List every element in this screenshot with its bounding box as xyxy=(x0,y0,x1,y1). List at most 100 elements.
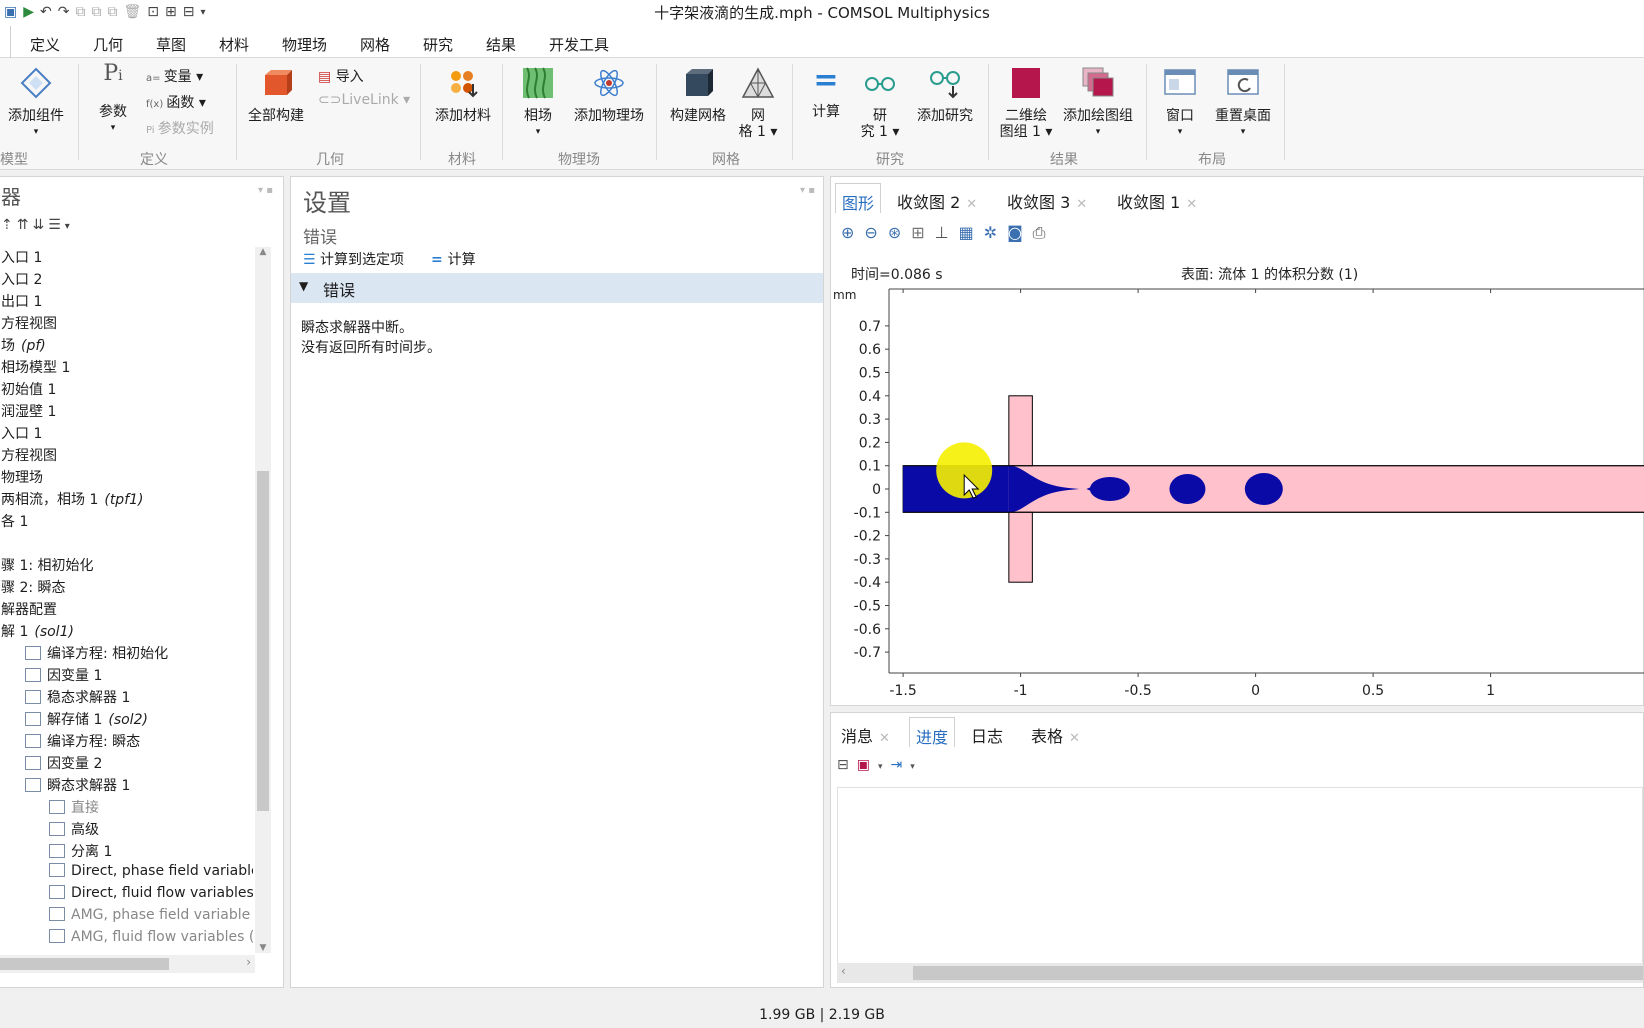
surface-plot[interactable]: 时间=0.086 s 表面: 流体 1 的体积分数 (1) mm 0.7 0.6 0… xyxy=(831,257,1644,707)
reset-desktop-button[interactable]: 重置桌面 ▾ xyxy=(1210,66,1276,140)
tab-sketch[interactable]: 草图 xyxy=(156,34,186,55)
livelink-button[interactable]: ⊂⊃LiveLink ▾ xyxy=(318,92,410,108)
tree-item[interactable]: 初始值 1 xyxy=(1,379,56,401)
tree-item[interactable]: 分离 1 xyxy=(49,841,112,863)
add-study-button[interactable]: 添加研究 xyxy=(910,66,980,124)
add-component-button[interactable]: 添加组件 ▾ xyxy=(2,66,70,140)
phase-field-button[interactable]: 相场 ▾ xyxy=(512,66,564,140)
build-all-button[interactable]: 全部构建 xyxy=(244,66,308,124)
tree-item[interactable]: 编译方程: 瞬态 xyxy=(25,731,140,753)
compute-selected-button[interactable]: ☰ 计算到选定项 xyxy=(303,249,404,269)
tree-item[interactable]: AMG, phase field variable (tp xyxy=(49,907,253,929)
tree-horizontal-scrollbar[interactable]: › xyxy=(0,955,255,973)
tree-item[interactable]: 润湿壁 1 xyxy=(1,401,56,423)
tab-table[interactable]: 表格 ✕ xyxy=(1025,717,1086,747)
error-section-header[interactable]: ▼ 错误 xyxy=(291,273,823,303)
camera-icon[interactable]: ◙ xyxy=(1007,223,1033,242)
dropdown-icon[interactable]: ▾ xyxy=(910,762,923,772)
tree-item[interactable]: 相场模型 1 xyxy=(1,357,70,379)
tree-item[interactable]: 因变量 2 xyxy=(25,753,102,775)
dropdown-icon[interactable]: ▾ xyxy=(65,221,74,232)
tree-item[interactable]: 场 (pf) xyxy=(1,335,46,357)
print-icon[interactable]: ⎙ xyxy=(1033,223,1056,242)
functions-button[interactable]: f(x) 函数 ▾ xyxy=(146,92,206,112)
tree-item[interactable]: 瞬态求解器 1 xyxy=(25,775,130,797)
tree-item[interactable]: 骤 2: 瞬态 xyxy=(1,577,66,599)
tree-item[interactable]: 入口 1 xyxy=(1,247,42,269)
move-up-icon[interactable]: ⇈ xyxy=(17,217,33,233)
cancel-icon[interactable]: ⊟ xyxy=(837,757,857,773)
tree-item[interactable]: 解器配置 xyxy=(1,599,57,621)
show-icon[interactable]: ☰ xyxy=(48,217,65,233)
tree-item[interactable]: 稳态求解器 1 xyxy=(25,687,130,709)
tab-definitions[interactable]: 定义 xyxy=(30,34,60,55)
zoom-box-icon[interactable]: ⊛ xyxy=(888,223,911,242)
add-plot-group-button[interactable]: 添加绘图组 ▾ xyxy=(1060,66,1136,140)
tab-results[interactable]: 结果 xyxy=(486,34,516,55)
study-1-button[interactable]: 研 究 1 ▾ xyxy=(858,66,902,140)
grid-icon[interactable]: ▦ xyxy=(959,223,984,242)
rotate-icon[interactable]: ✲ xyxy=(984,223,1007,242)
progress-horizontal-scrollbar[interactable]: ‹ xyxy=(837,963,1643,983)
zoom-in-icon[interactable]: ⊕ xyxy=(841,223,864,242)
tab-convergence-plot-2[interactable]: 收敛图 2 ✕ xyxy=(891,183,983,213)
compute-selected-icon: ☰ xyxy=(303,252,321,268)
tree-vertical-scrollbar[interactable]: ▲ ▼ xyxy=(255,247,271,953)
tree-item-label: AMG, phase field variable (tp xyxy=(71,907,253,923)
parameters-button[interactable]: Pi 参数 ▾ xyxy=(88,63,138,136)
tree-item[interactable]: 出口 1 xyxy=(1,291,42,313)
stop-icon[interactable]: ▣ xyxy=(857,757,878,773)
tree-item[interactable]: 编译方程: 相初始化 xyxy=(25,643,168,665)
zoom-extents-icon[interactable]: ⊞ xyxy=(911,223,934,242)
tree-item[interactable]: 因变量 1 xyxy=(25,665,102,687)
axes-icon[interactable]: ⊥ xyxy=(935,223,959,242)
tab-study[interactable]: 研究 xyxy=(423,34,453,55)
variables-button[interactable]: a= 变量 ▾ xyxy=(146,66,203,86)
tab-physics[interactable]: 物理场 xyxy=(282,34,327,55)
panel-menu-icon[interactable]: ▾ ▪ xyxy=(800,185,815,196)
tree-item[interactable]: 骤 1: 相初始化 xyxy=(1,555,94,577)
tree-item[interactable]: 入口 1 xyxy=(1,423,42,445)
move-down-icon[interactable]: ⇊ xyxy=(32,217,48,233)
add-physics-button[interactable]: 添加物理场 xyxy=(568,66,650,124)
model-tree[interactable]: 入口 1 入口 2 出口 1 方程视图场 (pf) 相场模型 1 初始值 1 润湿壁 1 入口 … xyxy=(1,247,253,953)
tab-convergence-plot-1[interactable]: 收敛图 1 ✕ xyxy=(1111,183,1203,213)
settings-compute-button[interactable]: = 计算 xyxy=(431,249,476,269)
tree-item[interactable]: 高级 xyxy=(49,819,99,841)
tree-item[interactable]: AMG, fluid flow variables (tp xyxy=(49,929,253,951)
tree-item[interactable]: 方程视图 xyxy=(1,313,57,335)
param-instance-button[interactable]: Pi 参数实例 xyxy=(146,118,214,138)
tree-item[interactable]: 解 1 (sol1) xyxy=(1,621,74,643)
tree-item[interactable]: Direct, phase field variable (t xyxy=(49,863,253,885)
import-button[interactable]: ▤ 导入 xyxy=(318,66,364,86)
tab-convergence-plot-3[interactable]: 收敛图 3 ✕ xyxy=(1001,183,1093,213)
compute-button[interactable]: = 计算 xyxy=(802,66,850,121)
tree-item[interactable]: Direct, fluid flow variables (tp xyxy=(49,885,253,907)
tree-item[interactable]: 入口 2 xyxy=(1,269,42,291)
tab-mesh[interactable]: 网格 xyxy=(360,34,390,55)
tab-geometry[interactable]: 几何 xyxy=(93,34,123,55)
tree-item[interactable]: 解存储 1 (sol2) xyxy=(25,709,148,731)
panel-menu-icon[interactable]: ▾ ▪ xyxy=(258,185,273,196)
zoom-out-icon[interactable]: ⊖ xyxy=(864,223,887,242)
tree-item[interactable]: 直接 xyxy=(49,797,99,819)
tree-item-label: 润湿壁 1 xyxy=(1,404,57,420)
tab-graphics[interactable]: 图形 xyxy=(835,183,882,213)
tree-item[interactable]: 各 1 xyxy=(1,511,28,533)
dropdown-icon[interactable]: ▾ xyxy=(878,762,891,772)
build-mesh-button[interactable]: 构建网格 xyxy=(664,66,732,124)
transfer-icon[interactable]: ⇥ xyxy=(891,757,911,773)
windows-button[interactable]: 窗口 ▾ xyxy=(1154,66,1206,140)
mesh-1-button[interactable]: 网 格 1 ▾ xyxy=(736,66,780,140)
tree-item[interactable]: 方程视图 xyxy=(1,445,57,467)
expand-all-icon[interactable]: ⇡ xyxy=(1,217,17,233)
add-material-button[interactable]: 添加材料 xyxy=(428,66,498,124)
plot-group-2d-button[interactable]: 二维绘 图组 1 ▾ xyxy=(996,66,1056,140)
tab-developer[interactable]: 开发工具 xyxy=(549,34,609,55)
tree-item[interactable]: 物理场 xyxy=(1,467,43,489)
tree-item[interactable]: 两相流，相场 1 (tpf1) xyxy=(1,489,144,511)
tab-log[interactable]: 日志 xyxy=(965,717,1009,747)
tab-materials[interactable]: 材料 xyxy=(219,34,249,55)
tab-messages[interactable]: 消息 ✕ xyxy=(835,717,896,747)
tab-progress[interactable]: 进度 xyxy=(909,717,956,747)
